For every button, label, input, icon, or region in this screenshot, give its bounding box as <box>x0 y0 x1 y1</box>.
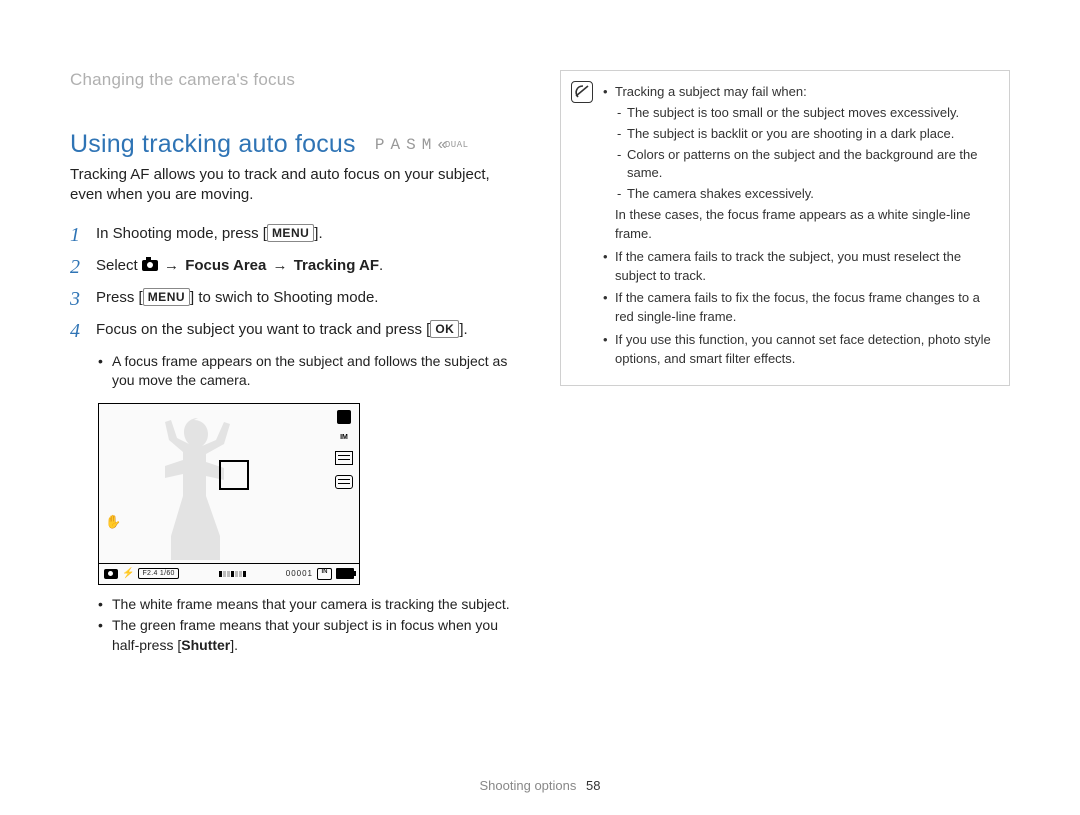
section-title: Using tracking auto focus P A S M «DUAL <box>70 130 520 159</box>
step-4: 4 Focus on the subject you want to track… <box>70 320 520 342</box>
shot-counter: 00001 <box>286 569 313 578</box>
lcd-statusbar: ⚡ F2.4 1/60 00001 IN <box>99 563 359 584</box>
flash-icon: ⚡ <box>122 568 134 579</box>
note-box: Tracking a subject may fail when: The su… <box>560 70 1010 386</box>
section-title-text: Using tracking auto focus <box>70 130 356 158</box>
step-3: 3 Press [MENU] to swich to Shooting mode… <box>70 288 520 310</box>
mode-m: M <box>422 136 438 154</box>
mode-icons: P A S M «DUAL <box>375 136 469 154</box>
footer-page-number: 58 <box>580 778 600 793</box>
step-text: Focus on the subject you want to track a… <box>96 320 468 342</box>
list-item: The white frame means that your camera i… <box>98 595 520 615</box>
menu-button-label: MENU <box>267 224 314 242</box>
arrow-icon: → <box>266 257 293 274</box>
metering-icon <box>335 475 353 489</box>
mode-dual: DUAL <box>445 140 469 150</box>
capture-mode-icon <box>337 410 351 424</box>
step-number: 4 <box>70 320 84 342</box>
bullet-b-pre: The green frame means that your subject … <box>112 617 498 653</box>
list-item: A focus frame appears on the subject and… <box>98 352 520 391</box>
list-item: The subject is too small or the subject … <box>615 104 995 123</box>
menu-button-label: MENU <box>143 288 190 306</box>
below-lcd-bullets: The white frame means that your camera i… <box>98 595 520 656</box>
step-4-pre: Focus on the subject you want to track a… <box>96 321 430 338</box>
step-4-post: ]. <box>459 321 467 338</box>
image-size-icon: IM <box>340 434 348 441</box>
step-2-end: . <box>379 257 383 274</box>
exposure-value: F2.4 1/60 <box>138 568 178 579</box>
list-item: If you use this function, you cannot set… <box>603 331 995 369</box>
step-1-post: ]. <box>314 225 322 242</box>
focus-frame-icon <box>219 460 249 490</box>
camera-lcd-illustration: IM ✋ ⚡ F2.4 1/60 00001 IN <box>98 403 360 585</box>
storage-icon: IN <box>317 568 332 580</box>
step-4-subbullets: A focus frame appears on the subject and… <box>98 352 520 391</box>
list-item: If the camera fails to track the subject… <box>603 248 995 286</box>
note-icon <box>571 81 593 103</box>
note-after-sub: In these cases, the focus frame appears … <box>615 206 995 244</box>
step-1-pre: In Shooting mode, press [ <box>96 225 267 242</box>
camera-mini-icon <box>104 569 118 579</box>
step-number: 2 <box>70 256 84 278</box>
list-item: The green frame means that your subject … <box>98 616 520 655</box>
step-2: 2 Select → Focus Area → Tracking AF. <box>70 256 520 278</box>
exposure-scale-icon <box>183 571 282 577</box>
list-item: Colors or patterns on the subject and th… <box>615 146 995 184</box>
mode-a: A <box>390 136 406 154</box>
breadcrumb: Changing the camera's focus <box>70 70 520 90</box>
quality-icon <box>335 451 353 465</box>
shutter-label: Shutter <box>181 637 230 653</box>
battery-icon <box>336 568 354 579</box>
step-text: Select → Focus Area → Tracking AF. <box>96 256 383 278</box>
step-3-pre: Press [ <box>96 289 143 306</box>
list-item: Tracking a subject may fail when: The su… <box>603 83 995 244</box>
bullet-b-post: ]. <box>230 637 238 653</box>
camera-icon <box>142 260 158 271</box>
page-footer: Shooting options 58 <box>0 778 1080 793</box>
step-2-pre: Select <box>96 257 142 274</box>
mode-s: S <box>406 136 422 154</box>
step-number: 3 <box>70 288 84 310</box>
focus-area-label: Focus Area <box>185 257 266 274</box>
arrow-icon: → <box>158 257 185 274</box>
list-item: If the camera fails to fix the focus, th… <box>603 289 995 327</box>
step-text: In Shooting mode, press [MENU]. <box>96 224 323 246</box>
list-item: The camera shakes excessively. <box>615 185 995 204</box>
footer-section: Shooting options <box>480 778 577 793</box>
ok-button-label: OK <box>430 320 459 338</box>
mode-p: P <box>375 136 391 154</box>
note-lead: Tracking a subject may fail when: <box>615 84 807 99</box>
step-number: 1 <box>70 224 84 246</box>
anti-shake-icon: ✋ <box>105 514 121 530</box>
list-item: The subject is backlit or you are shooti… <box>615 125 995 144</box>
step-3-post: ] to swich to Shooting mode. <box>190 289 378 306</box>
section-intro: Tracking AF allows you to track and auto… <box>70 165 520 206</box>
step-1: 1 In Shooting mode, press [MENU]. <box>70 224 520 246</box>
step-text: Press [MENU] to swich to Shooting mode. <box>96 288 378 310</box>
tracking-af-label: Tracking AF <box>294 257 379 274</box>
